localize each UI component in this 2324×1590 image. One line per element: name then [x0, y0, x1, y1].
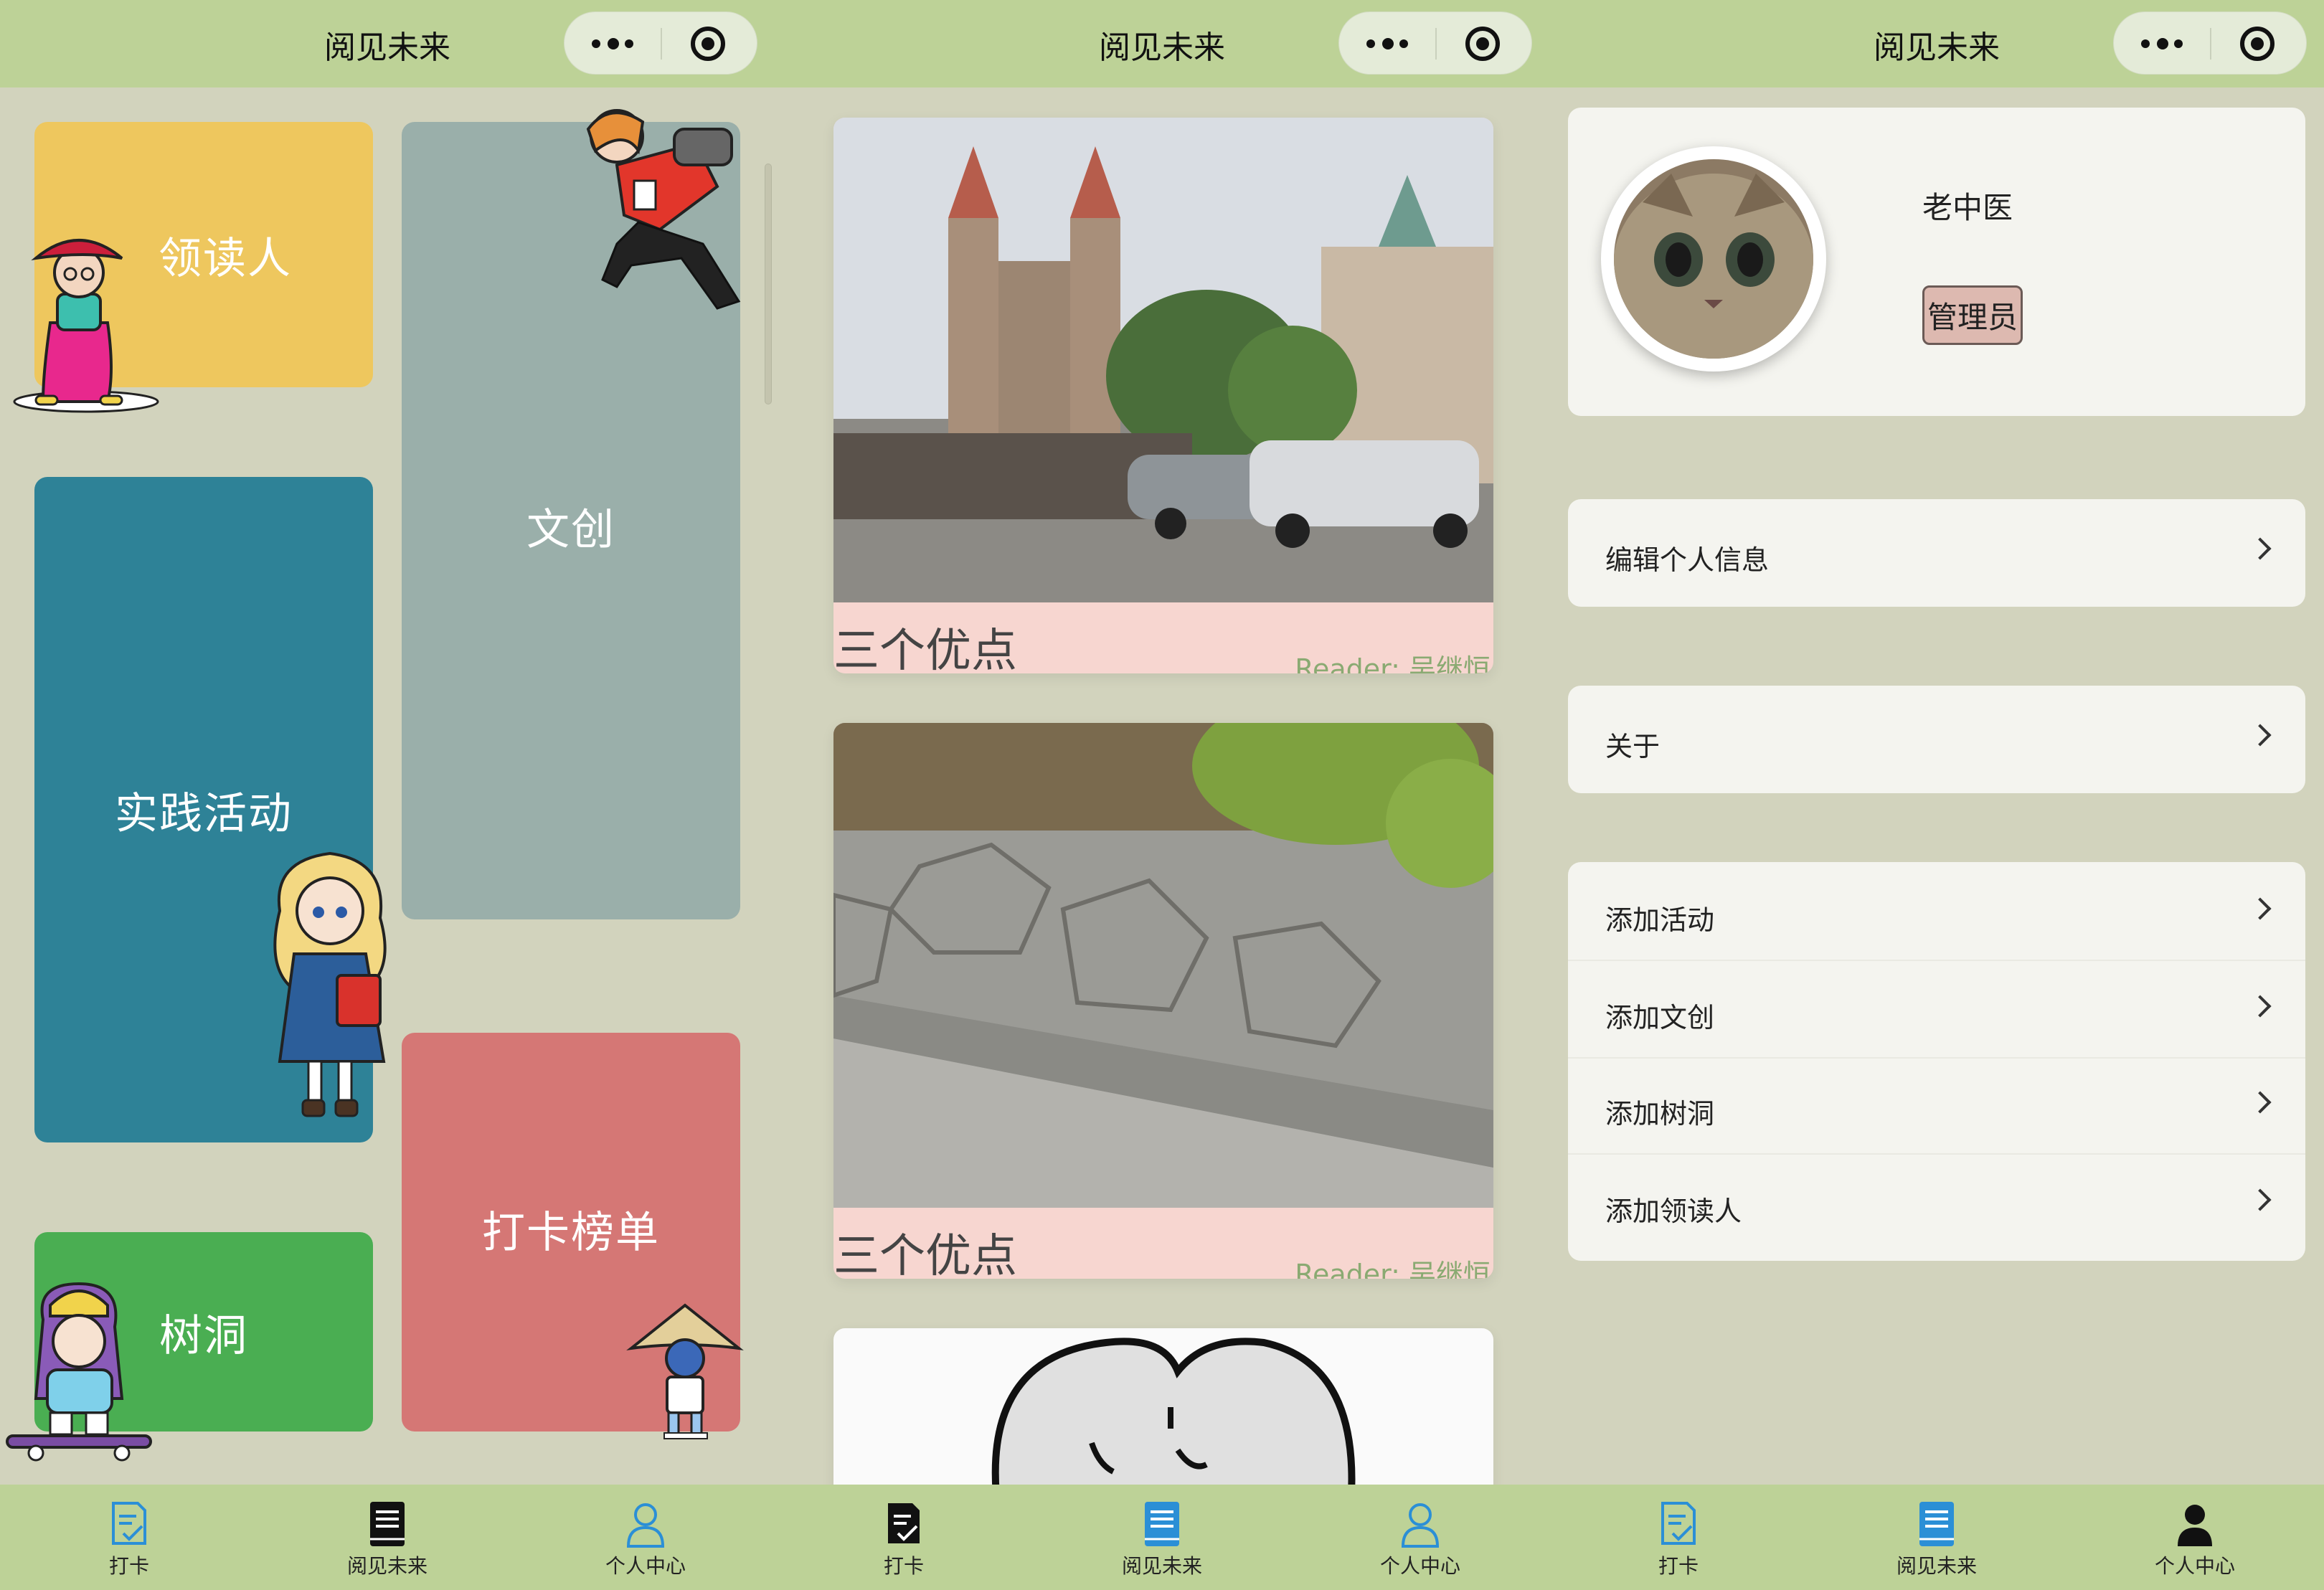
- menu-edit-profile-label: 编辑个人信息: [1605, 544, 1770, 576]
- chevron-right-icon: [2249, 897, 2272, 920]
- card-reader: Reader: 吴继恒: [1295, 1259, 1491, 1279]
- tile-cultural-label: 文创: [526, 505, 615, 555]
- tab-read-future[interactable]: 阅见未来: [1808, 1485, 2066, 1590]
- tab-profile[interactable]: 个人中心: [2066, 1485, 2324, 1590]
- tile-ranking-label: 打卡榜单: [482, 1208, 660, 1258]
- menu-add-tree-hole-label: 添加树洞: [1605, 1098, 1715, 1130]
- tile-tree-hole-label: 树洞: [159, 1310, 248, 1361]
- tab-bar: 打卡 阅见未来 个人中心: [0, 1485, 775, 1590]
- tab-read-future-label: 阅见未来: [1896, 1554, 1977, 1578]
- capsule-divider: [661, 28, 662, 60]
- more-dots-icon[interactable]: [2141, 35, 2186, 52]
- chevron-right-icon: [2249, 995, 2272, 1018]
- tab-profile[interactable]: 个人中心: [516, 1485, 775, 1590]
- capsule-divider: [2210, 28, 2211, 60]
- screen-profile: 阅见未来 老中医 管理员 编辑个人信息 关于 添加活动 添加文创 添加树洞 添加…: [1549, 0, 2324, 1590]
- kid-straw-hat-sticker: [626, 1303, 744, 1439]
- close-target-icon[interactable]: [691, 27, 725, 61]
- close-target-icon[interactable]: [1465, 27, 1500, 61]
- book-icon: [1145, 1502, 1179, 1546]
- girl-blonde-sticker: [273, 851, 387, 1117]
- nav-bar: 阅见未来: [775, 0, 1549, 87]
- menu-about-label: 关于: [1605, 731, 1661, 762]
- row-divider: [1568, 1153, 2305, 1155]
- card-title: 三个优点: [833, 625, 1017, 673]
- girl-red-hat-sticker: [13, 239, 159, 413]
- tab-read-future[interactable]: 阅见未来: [1033, 1485, 1291, 1590]
- tab-read-future-label: 阅见未来: [346, 1554, 428, 1578]
- tab-checkin[interactable]: 打卡: [0, 1485, 258, 1590]
- tile-practice-label: 实践活动: [115, 788, 293, 839]
- tile-lead-reader-label: 领读人: [159, 233, 292, 284]
- tab-read-future-label: 阅见未来: [1121, 1554, 1202, 1578]
- checkin-doc-icon: [112, 1502, 146, 1545]
- card-title: 三个优点: [833, 1230, 1017, 1279]
- tab-profile-label: 个人中心: [605, 1554, 686, 1578]
- screen-home: 阅见未来 领读人 文创 实践活动 打卡榜单 树洞 打卡 阅见未来 个人中心: [0, 0, 775, 1590]
- tab-read-future[interactable]: 阅见未来: [258, 1485, 516, 1590]
- user-info-card: 老中医 管理员: [1568, 108, 2305, 416]
- tab-checkin[interactable]: 打卡: [775, 1485, 1033, 1590]
- screen-read-future: 阅见未来 三个优点 Reader: 吴继恒 三个优点 Reader: 吴继恒 打…: [775, 0, 1549, 1590]
- scroll-indicator: [765, 164, 772, 404]
- menu-about[interactable]: 关于: [1568, 686, 2305, 793]
- more-dots-icon[interactable]: [1366, 35, 1411, 52]
- user-icon: [626, 1503, 665, 1548]
- capsule-menu[interactable]: [564, 11, 757, 75]
- capsule-divider: [1435, 28, 1437, 60]
- church-street-photo: [833, 118, 1493, 602]
- tab-profile-label: 个人中心: [1379, 1554, 1460, 1578]
- menu-add-lead-reader-label: 添加领读人: [1605, 1196, 1742, 1227]
- cat-avatar-image: [1614, 159, 1813, 359]
- article-card[interactable]: 三个优点 Reader: 吴继恒: [833, 118, 1493, 673]
- menu-add-tree-hole[interactable]: 添加树洞: [1568, 1059, 2305, 1155]
- menu-add-cultural[interactable]: 添加文创: [1568, 962, 2305, 1059]
- row-divider: [1568, 960, 2305, 961]
- chevron-right-icon: [2249, 1188, 2272, 1211]
- tab-checkin-label: 打卡: [108, 1554, 149, 1578]
- menu-add-lead-reader[interactable]: 添加领读人: [1568, 1156, 2305, 1252]
- article-card[interactable]: 三个优点 Reader: 吴继恒: [833, 723, 1493, 1279]
- nav-bar: 阅见未来: [1549, 0, 2324, 87]
- tab-bar: 打卡 阅见未来 个人中心: [1549, 1485, 2324, 1590]
- checkin-doc-icon: [1661, 1502, 1696, 1545]
- user-icon: [1401, 1503, 1440, 1548]
- capsule-menu[interactable]: [1338, 11, 1532, 75]
- more-dots-icon[interactable]: [592, 35, 636, 52]
- admin-menu-group: 添加活动 添加文创 添加树洞 添加领读人: [1568, 862, 2305, 1261]
- tab-profile-label: 个人中心: [2154, 1554, 2235, 1578]
- tab-profile[interactable]: 个人中心: [1291, 1485, 1549, 1590]
- menu-edit-profile[interactable]: 编辑个人信息: [1568, 499, 2305, 607]
- menu-add-cultural-label: 添加文创: [1605, 1002, 1715, 1033]
- stone-pavement-photo: [833, 723, 1493, 1208]
- book-icon: [1919, 1502, 1954, 1546]
- capsule-menu[interactable]: [2113, 11, 2307, 75]
- menu-add-activity[interactable]: 添加活动: [1568, 865, 2305, 961]
- chevron-right-icon: [2249, 1091, 2272, 1114]
- nav-bar: 阅见未来: [0, 0, 775, 87]
- tab-checkin-label: 打卡: [883, 1554, 924, 1578]
- checkin-doc-icon: [888, 1503, 920, 1543]
- chevron-right-icon: [2249, 724, 2272, 747]
- card-reader: Reader: 吴继恒: [1295, 653, 1491, 673]
- user-name: 老中医: [1922, 190, 2013, 225]
- role-badge: 管理员: [1922, 285, 2023, 345]
- menu-add-activity-label: 添加活动: [1605, 904, 1715, 936]
- chevron-right-icon: [2249, 537, 2272, 560]
- boy-red-jacket-sticker: [586, 109, 741, 310]
- tab-checkin[interactable]: 打卡: [1549, 1485, 1808, 1590]
- girl-skateboard-sticker: [6, 1282, 152, 1462]
- book-icon: [370, 1502, 405, 1546]
- tab-bar: 打卡 阅见未来 个人中心: [775, 1485, 1549, 1590]
- avatar[interactable]: [1601, 146, 1826, 372]
- user-icon: [2178, 1505, 2212, 1546]
- tab-checkin-label: 打卡: [1658, 1554, 1699, 1578]
- close-target-icon[interactable]: [2240, 27, 2275, 61]
